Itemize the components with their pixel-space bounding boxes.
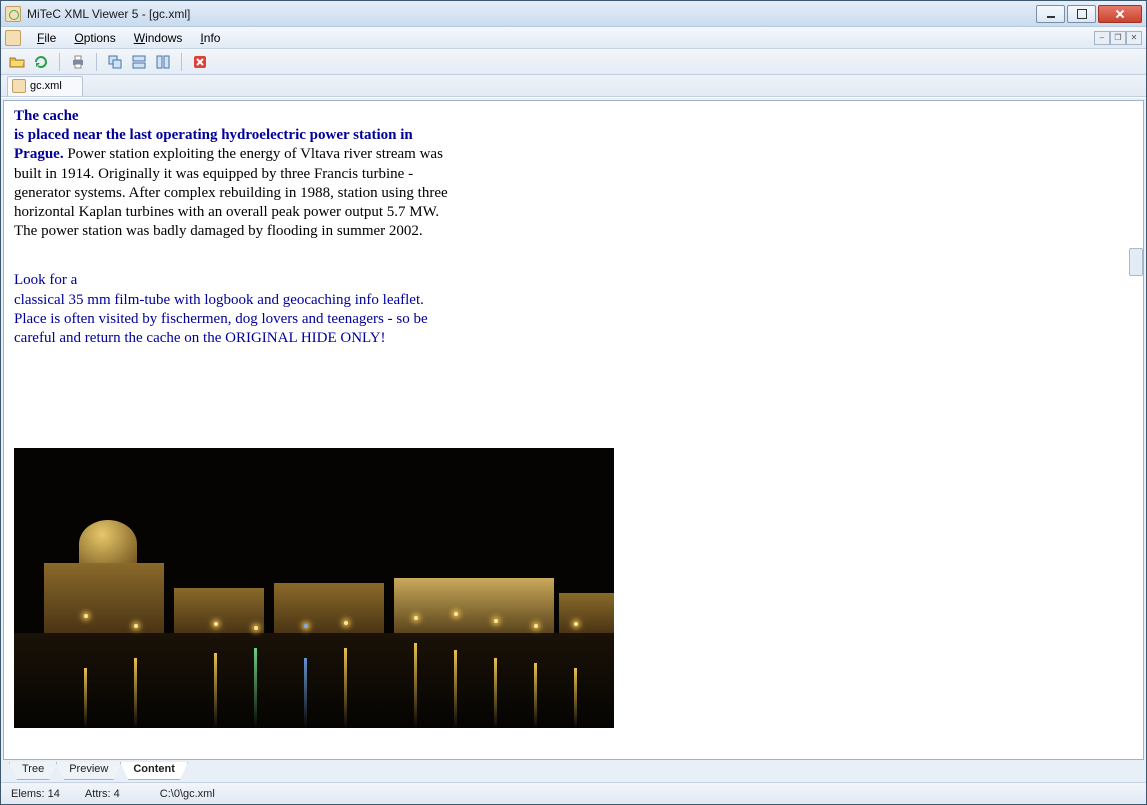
menu-info-label: nfo — [204, 31, 221, 45]
paragraph-1: The cache is placed near the last operat… — [14, 107, 454, 241]
embedded-image — [14, 448, 614, 728]
refresh-button[interactable] — [31, 52, 51, 72]
open-button[interactable] — [7, 52, 27, 72]
document-tab[interactable]: gc.xml — [7, 76, 83, 96]
menu-file[interactable]: File — [29, 29, 64, 47]
paragraph-2: Look for a classical 35 mm film-tube wit… — [14, 271, 444, 348]
tile-horizontal-button[interactable] — [129, 52, 149, 72]
cascade-button[interactable] — [105, 52, 125, 72]
maximize-button[interactable] — [1067, 5, 1096, 23]
status-elems: Elems: 14 — [11, 788, 60, 800]
view-tabs: Tree Preview Content — [1, 762, 1146, 782]
document-tabs: gc.xml — [1, 75, 1146, 97]
mdi-close-button[interactable]: ✕ — [1126, 31, 1142, 45]
print-button[interactable] — [68, 52, 88, 72]
mdi-restore-button[interactable]: ❐ — [1110, 31, 1126, 45]
menu-info[interactable]: Info — [192, 29, 228, 47]
content-pane[interactable]: The cache is placed near the last operat… — [3, 100, 1144, 760]
status-path: C:\0\gc.xml — [160, 788, 215, 800]
app-icon — [5, 6, 21, 22]
menubar: File Options Windows Info – ❐ ✕ — [1, 27, 1146, 49]
mdi-minimize-button[interactable]: – — [1094, 31, 1110, 45]
menu-options[interactable]: Options — [66, 29, 123, 47]
menu-options-label: ptions — [84, 31, 116, 45]
close-doc-button[interactable] — [190, 52, 210, 72]
tab-tree[interactable]: Tree — [9, 762, 57, 780]
minimize-button[interactable] — [1036, 5, 1065, 23]
vertical-scrollbar[interactable] — [1127, 98, 1144, 782]
window-controls — [1036, 5, 1142, 23]
menu-app-icon[interactable] — [5, 30, 21, 46]
tab-tree-label: Tree — [22, 763, 44, 775]
titlebar[interactable]: MiTeC XML Viewer 5 - [gc.xml] — [1, 1, 1146, 27]
document-tab-label: gc.xml — [30, 80, 62, 92]
tile-vertical-button[interactable] — [153, 52, 173, 72]
toolbar-separator — [181, 53, 182, 71]
statusbar: Elems: 14 Attrs: 4 C:\0\gc.xml — [1, 782, 1146, 804]
tab-content-label: Content — [133, 763, 175, 775]
toolbar-separator — [96, 53, 97, 71]
tab-content[interactable]: Content — [120, 762, 188, 780]
scrollbar-thumb[interactable] — [1129, 248, 1143, 276]
mdi-controls: – ❐ ✕ — [1094, 31, 1142, 45]
p1-body: Power station exploiting the energy of V… — [14, 146, 448, 239]
tab-preview[interactable]: Preview — [56, 762, 121, 780]
toolbar — [1, 49, 1146, 75]
window-title: MiTeC XML Viewer 5 - [gc.xml] — [27, 7, 1036, 21]
close-button[interactable] — [1098, 5, 1142, 23]
menu-windows-label: indows — [145, 31, 182, 45]
tab-preview-label: Preview — [69, 763, 108, 775]
menu-windows[interactable]: Windows — [126, 29, 191, 47]
menu-file-label: ile — [44, 31, 56, 45]
toolbar-separator — [59, 53, 60, 71]
workspace: The cache is placed near the last operat… — [1, 97, 1146, 782]
status-attrs: Attrs: 4 — [85, 788, 120, 800]
document-icon — [12, 79, 26, 93]
app-window: MiTeC XML Viewer 5 - [gc.xml] File Optio… — [0, 0, 1147, 805]
